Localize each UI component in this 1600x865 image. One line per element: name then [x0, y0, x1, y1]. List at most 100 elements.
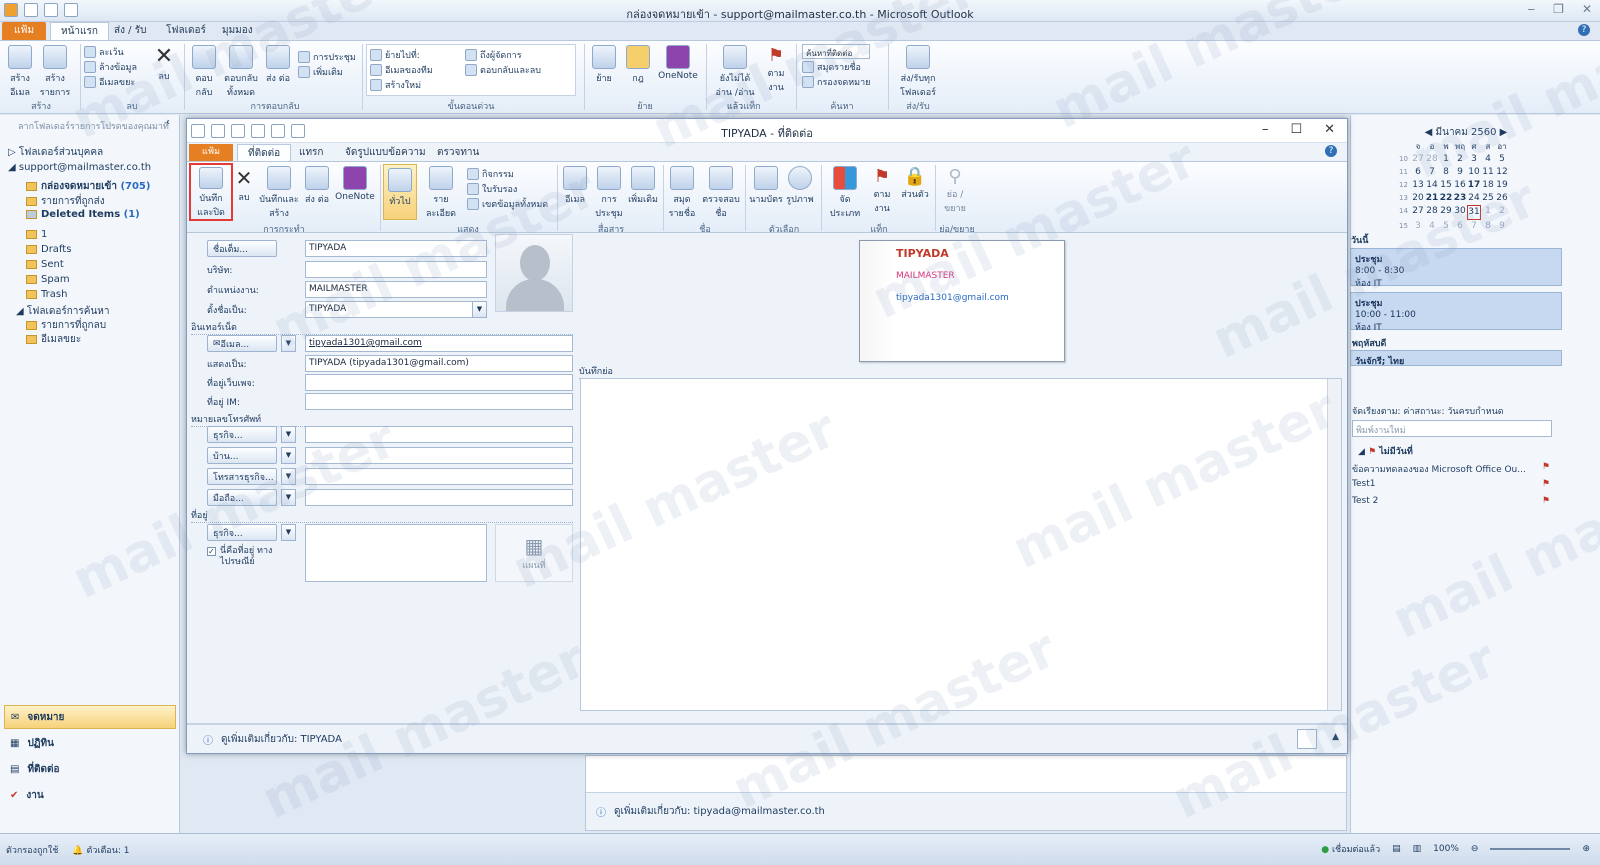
calendar-day[interactable]: 3	[1411, 220, 1425, 233]
calendar-day[interactable]: 14	[1425, 179, 1439, 192]
notes-scrollbar[interactable]	[1327, 379, 1341, 710]
calendar-day[interactable]: 19	[1495, 179, 1509, 192]
calendar-day[interactable]: 7	[1467, 220, 1481, 233]
contact-follow-up-button[interactable]: ⚑ ตาม งาน	[867, 166, 897, 215]
qs-move-to[interactable]: ย้ายไปที่:	[370, 47, 433, 62]
picture-button[interactable]: รูปภาพ	[785, 166, 815, 206]
calendar-day[interactable]: 24	[1467, 192, 1481, 205]
address-type-button[interactable]: ธุรกิจ...	[207, 524, 277, 541]
calendar-day[interactable]: 18	[1481, 179, 1495, 192]
tab-folder[interactable]: โฟลเดอร์	[156, 22, 216, 40]
folder-sent[interactable]: Sent	[26, 259, 64, 270]
zoom-in-icon[interactable]: ⊕	[1582, 844, 1590, 854]
mobile-phone-field[interactable]	[305, 489, 573, 506]
tab-home[interactable]: หน้าแรก	[50, 22, 109, 40]
tab-send-receive[interactable]: ส่ง / รับ	[104, 22, 156, 40]
all-fields-button[interactable]: เขตข้อมูลทั้งหมด	[467, 196, 548, 211]
business-fax-field[interactable]	[305, 468, 573, 485]
calendar-day[interactable]: 22	[1439, 192, 1453, 205]
contact-onenote-button[interactable]: OneNote	[333, 166, 377, 202]
calendar-day[interactable]: 1	[1439, 153, 1453, 166]
zoom-slider[interactable]	[1490, 848, 1571, 850]
tab-insert[interactable]: แทรก	[289, 144, 333, 161]
folder-spam[interactable]: Spam	[26, 274, 70, 285]
prev-month-icon[interactable]: ◀	[1425, 127, 1433, 138]
business-phone-button[interactable]: ธุรกิจ...	[207, 426, 277, 443]
meeting-button[interactable]: การประชุม	[298, 49, 356, 64]
calendar-day[interactable]: 6	[1411, 166, 1425, 179]
contact-people-pane[interactable]: ⓘ ดูเพิ่มเติมเกี่ยวกับ: TIPYADA ▲	[187, 723, 1347, 753]
reply-button[interactable]: ตอบ กลับ	[190, 45, 218, 99]
reply-all-button[interactable]: ตอบกลับ ทั้งหมด	[222, 45, 260, 99]
calendar-day[interactable]: 1	[1481, 205, 1495, 220]
full-name-field[interactable]: TIPYADA	[305, 240, 487, 257]
appointment-2[interactable]: ประชุม 10:00 - 11:00 ห้อง IT	[1350, 292, 1562, 333]
save-and-close-button[interactable]: บันทึก และปิด	[189, 163, 233, 221]
certificates-button[interactable]: ใบรับรอง	[467, 181, 548, 196]
email-field[interactable]: tipyada1301@gmail.com	[305, 335, 573, 352]
home-phone-field[interactable]	[305, 447, 573, 464]
private-button[interactable]: 🔒 ส่วนตัว	[899, 166, 931, 201]
contact-address-book-button[interactable]: สมุด รายชื่อ	[667, 166, 697, 220]
categorize-button[interactable]: จัด ประเภท	[825, 166, 865, 220]
reading-view-icon[interactable]: ▥	[1413, 844, 1422, 854]
tab-view[interactable]: มุมมอง	[212, 22, 263, 40]
web-page-field[interactable]	[305, 374, 573, 391]
nav-contacts-button[interactable]: ▤ ที่ติดต่อ	[4, 757, 176, 781]
folder-drafts[interactable]: Drafts	[26, 244, 71, 255]
address-book-button[interactable]: สมุดรายชื่อ	[802, 59, 870, 74]
file-as-dropdown[interactable]: ▼	[472, 301, 487, 318]
qs-team-email[interactable]: อีเมลของทีม	[370, 62, 433, 77]
contact-meeting-button[interactable]: การ ประชุม	[593, 166, 625, 220]
minimize-icon[interactable]: –	[1262, 122, 1269, 137]
find-contact-input[interactable]: ค้นหาที่ติดต่อ	[802, 44, 870, 59]
cleanup-button[interactable]: ล้างข้อมูล	[84, 59, 137, 74]
qs-create-new[interactable]: สร้างใหม่	[370, 77, 433, 92]
details-view-button[interactable]: รายละเอียด	[419, 166, 463, 220]
personal-folders-node[interactable]: ▷ โฟลเดอร์ส่วนบุคคล	[8, 145, 103, 160]
calendar-day[interactable]: 30	[1453, 205, 1467, 220]
calendar-day[interactable]: 10	[1467, 166, 1481, 179]
calendar-day[interactable]: 5	[1495, 153, 1509, 166]
mobile-phone-button[interactable]: มือถือ...	[207, 489, 277, 506]
move-button[interactable]: ย้าย	[590, 45, 618, 85]
follow-up-button[interactable]: ⚑ ตาม งาน	[762, 45, 790, 94]
task-item[interactable]: ข้อความทดลองของ Microsoft Office Ou... ⚑	[1352, 462, 1552, 476]
send-receive-all-button[interactable]: ส่ง/รับทุก โฟลเดอร์	[894, 45, 942, 99]
task-item[interactable]: Test 2 ⚑	[1352, 496, 1552, 506]
rules-button[interactable]: กฎ	[624, 45, 652, 85]
holiday-event[interactable]: วันจักรี; ไทย	[1350, 350, 1562, 367]
address-field[interactable]	[305, 524, 487, 582]
close-icon[interactable]: ✕	[1582, 2, 1592, 16]
notes-area[interactable]	[580, 378, 1342, 711]
business-card-preview[interactable]: TIPYADA MAILMASTER tipyada1301@gmail.com	[859, 240, 1065, 362]
calendar-day[interactable]: 12	[1495, 166, 1509, 179]
address-type-dropdown[interactable]: ▼	[281, 524, 296, 541]
expand-icon[interactable]: ▲	[1332, 732, 1339, 742]
new-items-button[interactable]: สร้าง รายการ	[38, 45, 72, 99]
business-fax-button[interactable]: โทรสารธุรกิจ...	[207, 468, 277, 485]
business-phone-dropdown[interactable]: ▼	[281, 426, 296, 443]
activities-button[interactable]: กิจกรรม	[467, 166, 548, 181]
inbox-folder[interactable]: กล่องจดหมายเข้า (705)	[26, 179, 150, 194]
new-email-button[interactable]: สร้าง อีเมล	[6, 45, 34, 99]
contact-more-button[interactable]: เพิ่มเติม	[627, 166, 659, 206]
help-icon[interactable]: ?	[1578, 24, 1590, 36]
collapse-pane-icon[interactable]: ‹	[166, 117, 170, 128]
task-item[interactable]: Test1 ⚑	[1352, 479, 1552, 489]
save-and-new-button[interactable]: บันทึกและ สร้าง	[259, 166, 299, 220]
nav-tasks-button[interactable]: ✔ งาน	[4, 783, 176, 807]
new-task-input[interactable]: พิมพ์งานใหม่	[1352, 420, 1552, 437]
calendar-day[interactable]: 27	[1411, 205, 1425, 220]
file-as-field[interactable]: TIPYADA	[305, 301, 473, 318]
maximize-icon[interactable]: ☐	[1290, 122, 1302, 137]
mobile-phone-dropdown[interactable]: ▼	[281, 489, 296, 506]
contact-file-tab[interactable]: แฟ้ม	[189, 144, 233, 161]
flag-icon[interactable]: ⚑	[1542, 479, 1550, 489]
delete-button[interactable]: ✕ ลบ	[150, 45, 178, 83]
calendar-day[interactable]: 28	[1425, 205, 1439, 220]
mailing-address-checkbox[interactable]: ✓	[207, 547, 216, 556]
business-fax-dropdown[interactable]: ▼	[281, 468, 296, 485]
calendar-day[interactable]: 21	[1425, 192, 1439, 205]
search-deleted-folder[interactable]: รายการที่ถูกลบ	[26, 318, 106, 333]
